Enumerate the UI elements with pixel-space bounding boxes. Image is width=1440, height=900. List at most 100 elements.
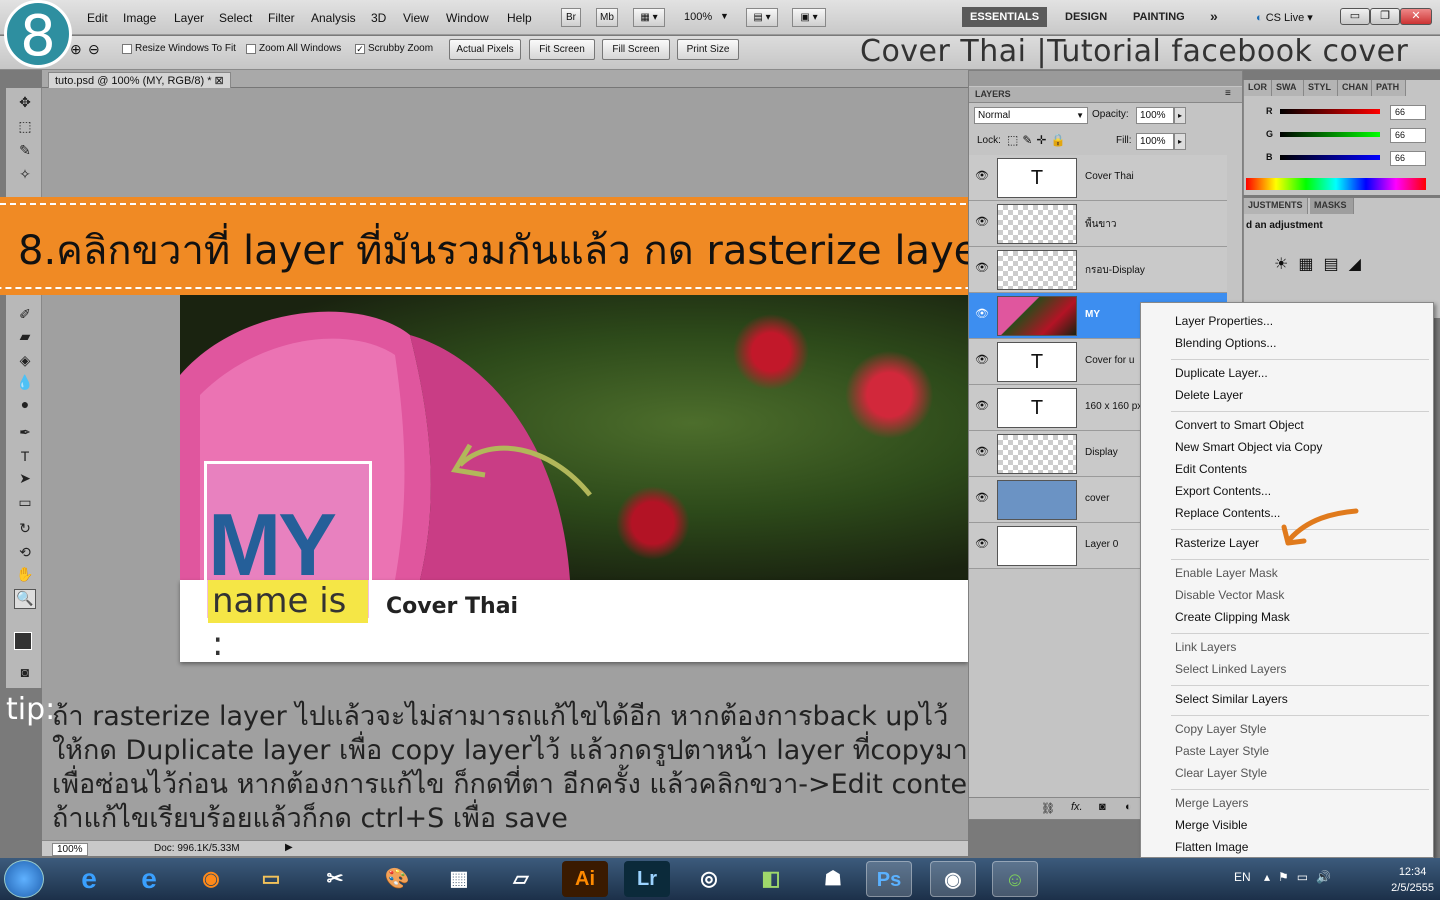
fx-icon[interactable]: fx. bbox=[1071, 801, 1083, 813]
menu-merge-layers[interactable]: Merge Layers bbox=[1175, 796, 1248, 810]
quick-select-tool-icon[interactable]: ✧ bbox=[14, 166, 36, 186]
checkbox-checked[interactable]: ✓ bbox=[355, 43, 365, 54]
more-workspaces-icon[interactable]: » bbox=[1210, 8, 1218, 24]
eye-icon[interactable]: 👁 bbox=[975, 261, 989, 275]
red-value[interactable]: 66 bbox=[1390, 105, 1426, 120]
tab-channels[interactable]: CHAN bbox=[1338, 80, 1372, 96]
minimize-button[interactable]: ▭ bbox=[1340, 8, 1370, 25]
3d-orbit-tool-icon[interactable]: ⟲ bbox=[14, 544, 36, 564]
print-size-button[interactable]: Print Size bbox=[677, 39, 739, 60]
red-slider[interactable] bbox=[1280, 109, 1380, 114]
marquee-tool-icon[interactable]: ⬚ bbox=[14, 118, 36, 138]
start-button[interactable] bbox=[4, 860, 44, 898]
menu-disable-vector-mask[interactable]: Disable Vector Mask bbox=[1175, 588, 1284, 602]
notes-icon[interactable]: ▱ bbox=[498, 861, 544, 897]
close-button[interactable]: ✕ bbox=[1400, 8, 1432, 25]
scrubby-zoom-checkbox[interactable]: ✓ Scrubby Zoom bbox=[355, 43, 433, 54]
layer-row[interactable]: 👁 กรอบ-Display bbox=[969, 247, 1227, 293]
layer-row[interactable]: 👁 T Cover Thai bbox=[969, 155, 1227, 201]
eye-icon[interactable]: 👁 bbox=[975, 537, 989, 551]
menu-select-similar-layers[interactable]: Select Similar Layers bbox=[1175, 692, 1288, 706]
menu-delete-layer[interactable]: Delete Layer bbox=[1175, 388, 1243, 402]
hand-tool-icon[interactable]: ✋ bbox=[14, 566, 36, 586]
menu-copy-layer-style[interactable]: Copy Layer Style bbox=[1175, 722, 1266, 736]
workspace-painting[interactable]: PAINTING bbox=[1133, 11, 1185, 23]
menu-convert-smart-object[interactable]: Convert to Smart Object bbox=[1175, 418, 1304, 432]
eye-icon[interactable]: 👁 bbox=[975, 215, 989, 229]
paint-icon[interactable]: 🎨 bbox=[374, 861, 420, 897]
menu-3d[interactable]: 3D bbox=[371, 11, 386, 25]
menu-link-layers[interactable]: Link Layers bbox=[1175, 640, 1236, 654]
menu-duplicate-layer[interactable]: Duplicate Layer... bbox=[1175, 366, 1268, 380]
3d-rotate-tool-icon[interactable]: ↻ bbox=[14, 520, 36, 540]
photoshop-icon[interactable]: Ps bbox=[866, 861, 912, 897]
eraser-tool-icon[interactable]: ▰ bbox=[14, 328, 36, 348]
menu-filter[interactable]: Filter bbox=[268, 11, 295, 25]
menu-select[interactable]: Select bbox=[219, 11, 252, 25]
lock-icons[interactable]: ⬚✎✛🔒 bbox=[1007, 133, 1069, 147]
quick-mask-icon[interactable]: ◙ bbox=[14, 664, 36, 684]
path-select-tool-icon[interactable]: ➤ bbox=[14, 470, 36, 490]
ie-icon[interactable]: e bbox=[66, 861, 112, 897]
blur-tool-icon[interactable]: 💧 bbox=[14, 374, 36, 394]
menu-clear-layer-style[interactable]: Clear Layer Style bbox=[1175, 766, 1267, 780]
close-tab-icon[interactable]: ⊠ bbox=[215, 75, 224, 87]
workspace-essentials[interactable]: ESSENTIALS bbox=[962, 7, 1048, 27]
adjustment-layer-icon[interactable]: ◐ bbox=[1125, 801, 1132, 813]
fit-screen-button[interactable]: Fit Screen bbox=[529, 39, 595, 60]
checkbox-box[interactable] bbox=[246, 43, 256, 54]
add-mask-icon[interactable]: ◙ bbox=[1099, 801, 1106, 813]
chrome-icon[interactable]: ◉ bbox=[930, 861, 976, 897]
tab-swatches[interactable]: SWA bbox=[1272, 80, 1304, 96]
type-tool-icon[interactable]: T bbox=[14, 448, 36, 468]
messenger-icon[interactable]: ☺ bbox=[992, 861, 1038, 897]
workspace-design[interactable]: DESIGN bbox=[1065, 11, 1107, 23]
eye-icon[interactable]: 👁 bbox=[975, 353, 989, 367]
menu-image[interactable]: Image bbox=[123, 11, 156, 25]
menu-edit[interactable]: Edit bbox=[87, 11, 108, 25]
menu-new-smart-object-copy[interactable]: New Smart Object via Copy bbox=[1175, 440, 1322, 454]
bridge-button[interactable]: Br bbox=[561, 8, 581, 27]
blend-mode-select[interactable]: Normal ▼ bbox=[974, 107, 1088, 124]
foreground-color-swatch[interactable] bbox=[14, 632, 32, 650]
cs-live-menu[interactable]: ◐ CS Live ▾ bbox=[1256, 11, 1313, 24]
menu-paste-layer-style[interactable]: Paste Layer Style bbox=[1175, 744, 1269, 758]
menu-enable-layer-mask[interactable]: Enable Layer Mask bbox=[1175, 566, 1278, 580]
paint-bucket-tool-icon[interactable]: ◈ bbox=[14, 352, 36, 372]
ie-alt-icon[interactable]: e bbox=[126, 861, 172, 897]
menu-select-linked-layers[interactable]: Select Linked Layers bbox=[1175, 662, 1286, 676]
move-tool-icon[interactable]: ✥ bbox=[14, 94, 36, 114]
fill-arrow-icon[interactable]: ▸ bbox=[1174, 133, 1186, 150]
menu-blending-options[interactable]: Blending Options... bbox=[1175, 336, 1276, 350]
view-extras-button[interactable]: ▦ ▾ bbox=[633, 8, 665, 27]
menu-window[interactable]: Window bbox=[446, 11, 489, 25]
menu-replace-contents[interactable]: Replace Contents... bbox=[1175, 506, 1280, 520]
tray-icons[interactable]: ▴⚑▭🔊 bbox=[1264, 870, 1339, 884]
tab-paths[interactable]: PATH bbox=[1372, 80, 1406, 96]
layers-tab[interactable]: LAYERS bbox=[975, 89, 1011, 99]
status-zoom[interactable]: 100% bbox=[52, 843, 88, 856]
zoom-level[interactable]: 100% bbox=[684, 11, 712, 23]
color-spectrum[interactable] bbox=[1246, 178, 1426, 190]
zoom-all-windows-checkbox[interactable]: Zoom All Windows bbox=[246, 43, 341, 54]
status-menu-arrow-icon[interactable]: ▶ bbox=[285, 842, 293, 853]
menu-flatten-image[interactable]: Flatten Image bbox=[1175, 840, 1248, 854]
zoom-tool-icon[interactable]: 🔍 bbox=[14, 589, 36, 609]
document-tab[interactable]: tuto.psd @ 100% (MY, RGB/8) * ⊠ bbox=[48, 72, 231, 88]
screen-mode-button[interactable]: ▣ ▾ bbox=[792, 8, 826, 27]
alien-icon[interactable]: ☗ bbox=[810, 861, 856, 897]
eye-icon[interactable]: 👁 bbox=[975, 445, 989, 459]
illustrator-icon[interactable]: Ai bbox=[562, 861, 608, 897]
language-indicator[interactable]: EN bbox=[1234, 870, 1251, 884]
snipping-tool-icon[interactable]: ✂ bbox=[312, 861, 358, 897]
lightroom-icon[interactable]: Lr bbox=[624, 861, 670, 897]
eye-icon[interactable]: 👁 bbox=[975, 399, 989, 413]
menu-export-contents[interactable]: Export Contents... bbox=[1175, 484, 1271, 498]
menu-view[interactable]: View bbox=[403, 11, 429, 25]
arrange-documents-button[interactable]: ▤ ▾ bbox=[746, 8, 778, 27]
system-clock[interactable]: 12:34 2/5/2555 bbox=[1391, 864, 1434, 896]
blue-slider[interactable] bbox=[1280, 155, 1380, 160]
restore-button[interactable]: ❐ bbox=[1370, 8, 1400, 25]
shape-tool-icon[interactable]: ▭ bbox=[14, 494, 36, 514]
menu-create-clipping-mask[interactable]: Create Clipping Mask bbox=[1175, 610, 1290, 624]
